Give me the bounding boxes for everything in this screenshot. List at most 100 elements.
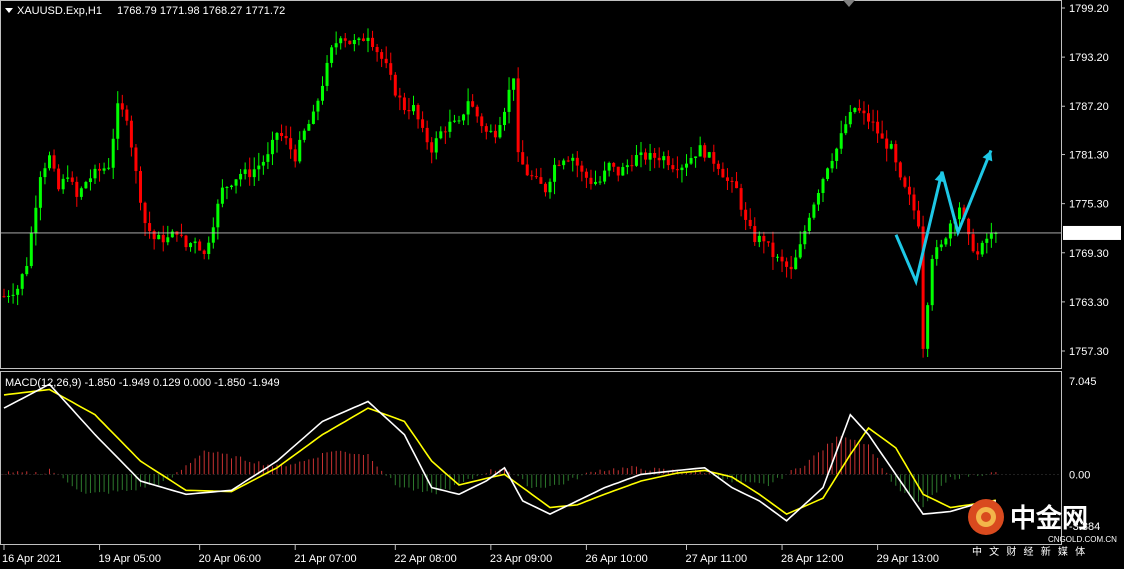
- candle-down: [644, 152, 648, 160]
- current-price-value: 1771.72: [1068, 228, 1108, 240]
- candle-up: [366, 37, 370, 42]
- candle-up: [193, 241, 197, 244]
- price-tick-label: 1787.20: [1069, 101, 1109, 113]
- candle-up: [25, 266, 29, 275]
- candle-down: [721, 168, 725, 178]
- candle-up: [694, 156, 698, 159]
- candle-up: [311, 111, 315, 124]
- candle-down: [898, 162, 902, 178]
- candle-up: [230, 185, 233, 188]
- candle-up: [812, 204, 816, 218]
- candle-down: [70, 177, 74, 182]
- price-axis: 1799.20 1793.20 1787.20 1781.30 1775.30 1769.…: [1061, 3, 1109, 358]
- candle-up: [512, 78, 516, 90]
- candle-down: [584, 171, 588, 178]
- chart-canvas[interactable]: 1799.20 1793.20 1787.20 1781.30 1775.30 1769.…: [0, 0, 1124, 569]
- candle-down: [657, 157, 661, 161]
- candle-down: [566, 160, 570, 162]
- candle-up: [853, 108, 857, 113]
- candle-up: [16, 288, 20, 295]
- candle-down: [425, 127, 429, 143]
- candle-up: [648, 153, 652, 160]
- candle-down: [248, 169, 252, 178]
- candle-down: [493, 130, 497, 138]
- candle-down: [389, 63, 393, 75]
- candle-up: [239, 173, 243, 180]
- candle-down: [557, 164, 561, 166]
- candle-up: [844, 124, 848, 134]
- time-tick-label: 22 Apr 08:00: [394, 553, 456, 565]
- candle-down: [280, 133, 284, 136]
- candle-up: [316, 100, 320, 112]
- candle-down: [393, 74, 397, 96]
- candle-up: [835, 148, 839, 161]
- candle-up: [207, 242, 211, 255]
- candle-down: [484, 126, 488, 132]
- candle-up: [275, 133, 279, 140]
- candle-down: [780, 256, 784, 262]
- candle-down: [871, 121, 875, 123]
- candle-up: [926, 305, 930, 349]
- symbol-label: XAUUSD.Exp,H1: [17, 5, 102, 17]
- candle-up: [7, 295, 11, 297]
- price-panel: [0, 0, 1062, 369]
- candle-down: [730, 180, 734, 182]
- candle-up: [757, 235, 761, 243]
- candle-up: [325, 62, 329, 86]
- candle-up: [989, 233, 993, 239]
- candle-down: [666, 156, 670, 166]
- candle-up: [334, 43, 338, 48]
- candle-up: [798, 244, 802, 258]
- candle-down: [143, 202, 147, 224]
- candle-down: [125, 109, 129, 121]
- candle-up: [662, 156, 666, 161]
- candle-down: [744, 209, 748, 220]
- candle-down: [876, 121, 880, 134]
- candle-down: [912, 194, 916, 211]
- candle-down: [202, 250, 206, 255]
- candle-down: [703, 145, 707, 158]
- candle-down: [917, 210, 921, 227]
- candle-up: [948, 223, 952, 239]
- candle-up: [944, 238, 948, 245]
- candle-down: [348, 40, 352, 45]
- candle-down: [134, 147, 138, 172]
- candle-down: [148, 223, 152, 232]
- candle-down: [343, 38, 347, 41]
- candle-up: [107, 167, 111, 169]
- candle-down: [139, 171, 142, 203]
- time-tick-label: 21 Apr 07:00: [294, 553, 356, 565]
- candle-down: [525, 164, 529, 176]
- candle-up: [562, 160, 566, 166]
- candle-down: [630, 165, 634, 167]
- candle-up: [298, 139, 302, 162]
- candle-up: [571, 157, 575, 161]
- candle-down: [516, 78, 520, 153]
- candle-up: [598, 181, 602, 183]
- price-tick-label: 1763.30: [1069, 297, 1109, 309]
- candle-up: [170, 231, 174, 238]
- candle-down: [612, 162, 616, 167]
- candle-down: [471, 101, 475, 107]
- candle-down: [675, 169, 679, 171]
- candle-down: [2, 296, 6, 298]
- candle-down: [407, 110, 411, 112]
- candle-down: [98, 168, 102, 171]
- candle-up: [257, 165, 261, 170]
- candle-up: [639, 152, 643, 156]
- candle-down: [398, 95, 402, 98]
- candle-up: [685, 163, 688, 168]
- candle-up: [939, 244, 943, 248]
- candle-up: [935, 247, 939, 259]
- candle-down: [716, 163, 720, 169]
- candle-up: [111, 138, 115, 168]
- candle-up: [830, 160, 834, 169]
- price-tick-label: 1799.20: [1069, 3, 1109, 15]
- candle-up: [29, 232, 33, 267]
- candle-up: [680, 167, 684, 171]
- candle-up: [93, 168, 97, 179]
- candle-down: [361, 38, 365, 42]
- candle-up: [61, 178, 65, 190]
- candle-up: [848, 112, 852, 125]
- candle-down: [443, 131, 447, 133]
